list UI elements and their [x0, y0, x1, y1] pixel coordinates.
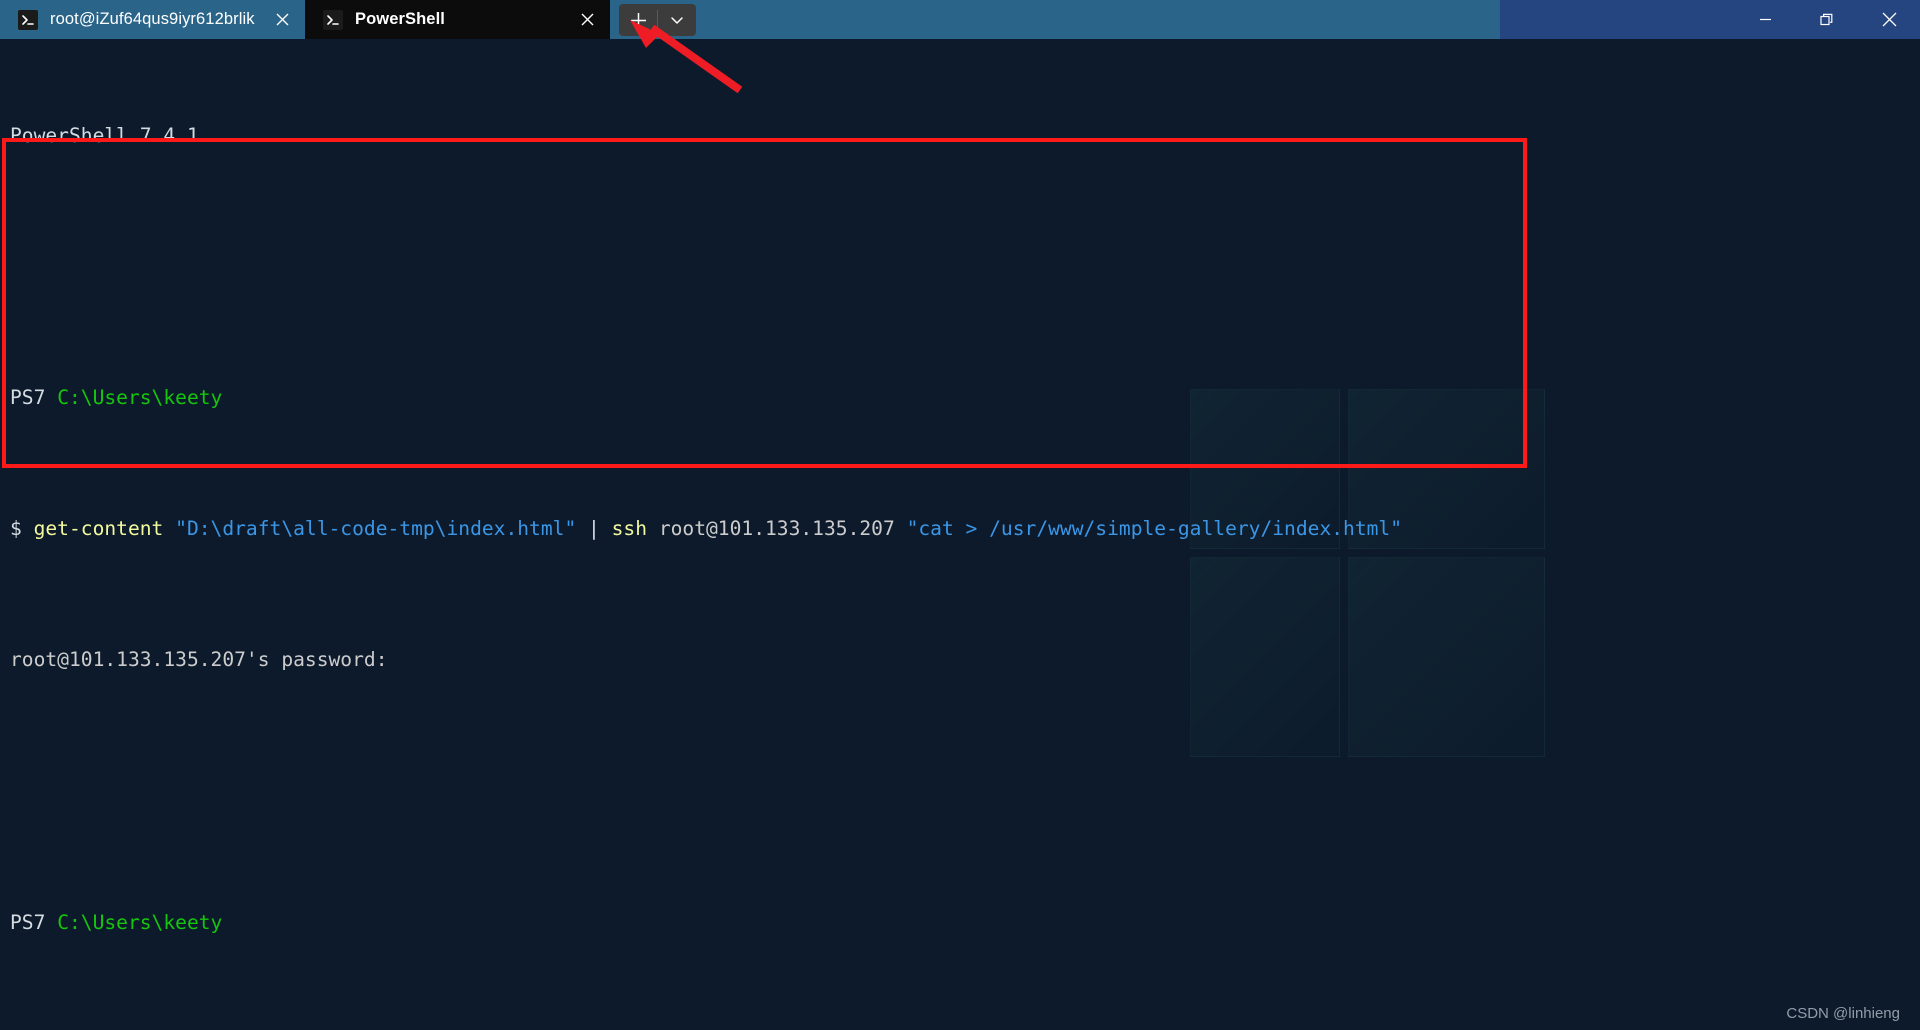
- prompt-line: PS7 C:\Users\keety: [10, 910, 223, 934]
- command-line: $ get-content "D:\draft\all-code-tmp\ind…: [10, 517, 1403, 541]
- chevron-down-icon: [671, 17, 683, 24]
- tab-close-button[interactable]: [572, 5, 602, 35]
- restore-icon: [1820, 13, 1833, 25]
- terminal-icon: [18, 9, 38, 30]
- tab-ssh-session[interactable]: root@iZuf64qus9iyr612brlik2Z:: [0, 0, 305, 39]
- tab-title: root@iZuf64qus9iyr612brlik2Z:: [50, 10, 255, 28]
- new-tab-button[interactable]: [619, 4, 657, 36]
- terminal-window: root@iZuf64qus9iyr612brlik2Z: PowerShell: [0, 0, 1920, 1030]
- close-button[interactable]: [1858, 0, 1920, 39]
- new-tab-group: [619, 4, 696, 36]
- tab-title: PowerShell: [355, 10, 445, 28]
- new-tab-dropdown-button[interactable]: [658, 4, 696, 36]
- plus-icon: [630, 12, 646, 28]
- output-line: root@101.133.135.207's password:: [10, 648, 388, 672]
- tab-strip: root@iZuf64qus9iyr612brlik2Z: PowerShell: [0, 0, 696, 39]
- terminal-pane[interactable]: PowerShell 7.4.1 PS7 C:\Users\keety $ ge…: [0, 39, 1920, 1030]
- tab-powershell[interactable]: PowerShell: [305, 0, 610, 39]
- prompt-line: PS7 C:\Users\keety: [10, 385, 223, 409]
- window-controls: [1734, 0, 1920, 39]
- minimize-button[interactable]: [1734, 0, 1796, 39]
- terminal-output: PowerShell 7.4.1 PS7 C:\Users\keety $ ge…: [0, 39, 1402, 1030]
- minimize-icon: [1759, 18, 1771, 21]
- terminal-icon: [323, 9, 343, 30]
- maximize-button[interactable]: [1796, 0, 1858, 39]
- tab-close-button[interactable]: [267, 5, 297, 35]
- title-bar: root@iZuf64qus9iyr612brlik2Z: PowerShell: [0, 0, 1920, 39]
- close-icon: [1882, 12, 1896, 27]
- watermark-text: CSDN @linhieng: [1786, 1005, 1900, 1022]
- terminal-banner: PowerShell 7.4.1: [10, 123, 199, 147]
